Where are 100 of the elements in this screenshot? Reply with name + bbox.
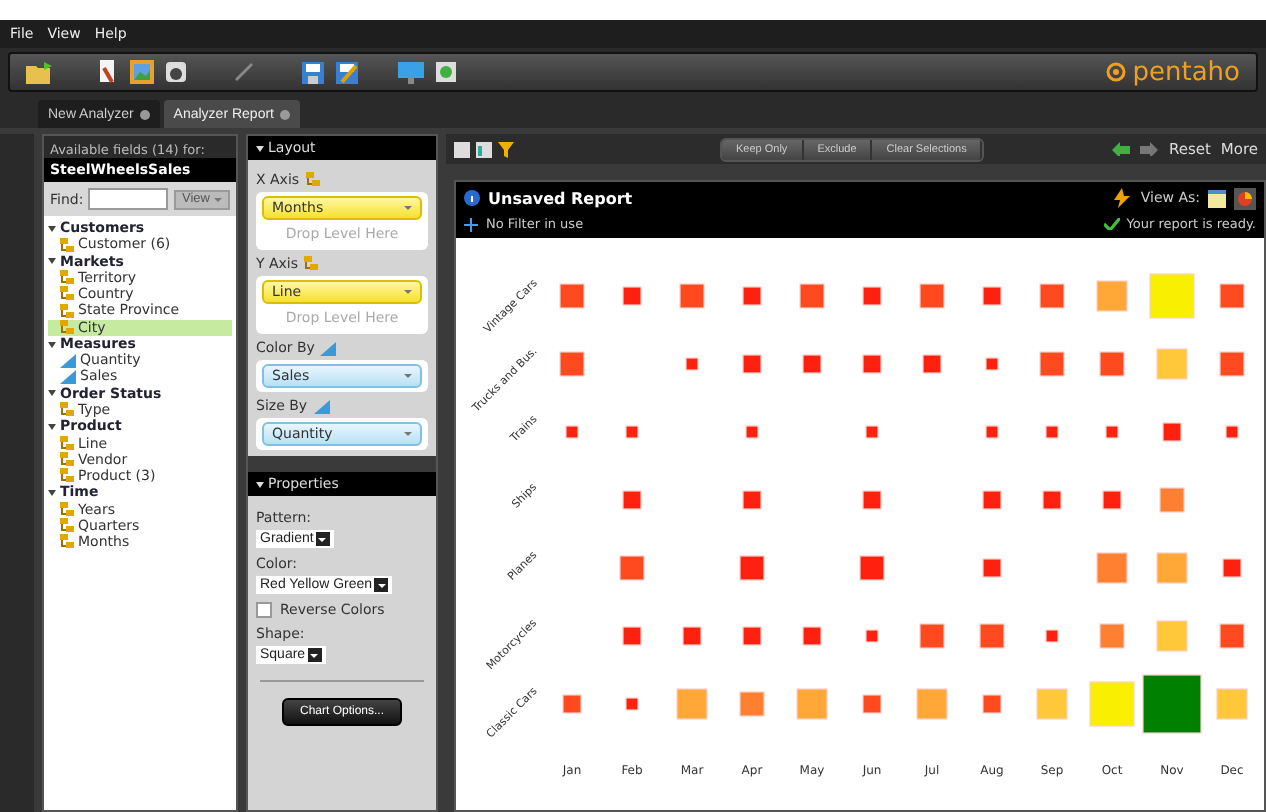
heatmap-cell[interactable]	[1096, 280, 1128, 312]
lightning-icon[interactable]	[1112, 188, 1133, 208]
heatmap-cell[interactable]	[1089, 681, 1135, 727]
heatmap-cell[interactable]	[676, 688, 708, 720]
monitor-icon[interactable]	[398, 61, 424, 83]
heatmap-cell[interactable]	[862, 354, 882, 374]
ruler-icon	[320, 341, 337, 355]
heatmap-cell[interactable]	[1162, 422, 1182, 442]
table-icon[interactable]	[454, 141, 470, 157]
heatmap-cell[interactable]	[1096, 552, 1128, 584]
window-icon[interactable]	[436, 62, 456, 82]
heatmap-cell[interactable]	[619, 555, 645, 581]
heatmap-cell[interactable]	[685, 357, 699, 371]
heatmap-cell[interactable]	[922, 354, 942, 374]
collapse-icon[interactable]	[48, 225, 56, 232]
table-icon[interactable]	[1208, 189, 1226, 207]
hierarchy-icon	[304, 256, 319, 272]
heatmap-cell[interactable]	[859, 555, 885, 581]
heatmap-cell[interactable]	[565, 425, 579, 439]
heatmap-cell[interactable]	[919, 623, 945, 649]
heatmap-cell[interactable]	[742, 490, 762, 510]
heatmap-cell[interactable]	[799, 283, 825, 309]
heatmap-cell[interactable]	[1105, 425, 1119, 439]
heatmap-cell[interactable]	[622, 490, 642, 510]
find-field[interactable]	[87, 188, 168, 210]
heatmap-cell[interactable]	[865, 425, 879, 439]
info-icon[interactable]	[464, 190, 480, 206]
heatmap-cell[interactable]	[1099, 351, 1125, 377]
heatmap-cell[interactable]	[862, 286, 882, 306]
heatmap-cell[interactable]	[979, 623, 1005, 649]
heatmap-cell[interactable]	[679, 283, 705, 309]
heatmap-cell[interactable]	[865, 629, 879, 643]
heatmap-cell[interactable]	[682, 626, 702, 646]
heatmap-cell[interactable]	[982, 490, 1002, 510]
heatmap-cell[interactable]	[1219, 283, 1245, 309]
heatmap-cell[interactable]	[1039, 351, 1065, 377]
heatmap-cell[interactable]	[802, 354, 822, 374]
document-icon[interactable]	[98, 60, 118, 84]
heatmap-cell[interactable]	[982, 558, 1002, 578]
heatmap-cell[interactable]	[625, 697, 639, 711]
heatmap-cell[interactable]	[622, 626, 642, 646]
collapse-icon[interactable]	[48, 489, 56, 496]
heatmap-cell[interactable]	[625, 425, 639, 439]
heatmap-cell[interactable]	[802, 626, 822, 646]
save-as-icon[interactable]	[336, 61, 358, 83]
check-icon	[1104, 218, 1121, 230]
close-icon[interactable]	[280, 109, 290, 119]
heatmap-cell[interactable]	[985, 425, 999, 439]
chart-icon[interactable]	[1234, 187, 1256, 209]
heatmap-cell[interactable]	[1099, 623, 1125, 649]
redo-icon[interactable]	[1140, 142, 1159, 156]
heatmap-cell[interactable]	[1039, 283, 1065, 309]
layout-icon[interactable]	[476, 141, 492, 157]
collapse-icon[interactable]	[48, 390, 56, 397]
heatmap-cell[interactable]	[1219, 351, 1245, 377]
heatmap-cell[interactable]	[796, 688, 828, 720]
heatmap-cell[interactable]	[1102, 490, 1122, 510]
pencil-icon[interactable]	[234, 62, 254, 82]
heatmap-cell[interactable]	[559, 351, 585, 377]
collapse-icon[interactable]	[48, 341, 56, 348]
heatmap-cell[interactable]	[742, 286, 762, 306]
undo-icon[interactable]	[1112, 142, 1131, 156]
heatmap-cell[interactable]	[1045, 629, 1059, 643]
heatmap-cell[interactable]	[1219, 623, 1245, 649]
heatmap-cell[interactable]	[559, 283, 585, 309]
heatmap-cell[interactable]	[1045, 425, 1059, 439]
save-icon[interactable]	[302, 61, 324, 83]
heatmap-cell[interactable]	[985, 357, 999, 371]
close-icon[interactable]	[139, 109, 150, 119]
heatmap-cell[interactable]	[1225, 425, 1239, 439]
heatmap-cell[interactable]	[916, 688, 948, 720]
folder-icon[interactable]	[26, 61, 54, 83]
heatmap-cell[interactable]	[1036, 688, 1068, 720]
heatmap-cell[interactable]	[739, 691, 765, 717]
heatmap-cell[interactable]	[562, 694, 582, 714]
heatmap-cell[interactable]	[862, 694, 882, 714]
plus-icon[interactable]	[464, 217, 478, 231]
heatmap-cell[interactable]	[739, 555, 765, 581]
heatmap-cell[interactable]	[919, 283, 945, 309]
heatmap-cell[interactable]	[622, 286, 642, 306]
collapse-icon[interactable]	[48, 258, 56, 265]
heatmap-cell[interactable]	[1156, 620, 1188, 652]
heatmap-cell[interactable]	[1216, 688, 1248, 720]
heatmap-cell[interactable]	[862, 490, 882, 510]
heatmap-cell[interactable]	[742, 626, 762, 646]
heatmap-cell[interactable]	[1159, 487, 1185, 513]
heatmap-cell[interactable]	[1156, 348, 1188, 380]
filter-icon[interactable]	[498, 141, 514, 157]
heatmap-cell[interactable]	[742, 354, 762, 374]
gauge-icon[interactable]	[166, 62, 186, 82]
heatmap-cell[interactable]	[745, 425, 759, 439]
heatmap-cell[interactable]	[1156, 552, 1188, 584]
heatmap-cell[interactable]	[982, 694, 1002, 714]
heatmap-cell[interactable]	[1149, 273, 1195, 319]
heatmap-cell[interactable]	[1042, 490, 1062, 510]
heatmap-cell[interactable]	[1142, 674, 1202, 734]
checkbox[interactable]	[256, 602, 272, 618]
heatmap-cell[interactable]	[1222, 558, 1242, 578]
collapse-icon[interactable]	[48, 423, 56, 430]
heatmap-cell[interactable]	[982, 286, 1002, 306]
